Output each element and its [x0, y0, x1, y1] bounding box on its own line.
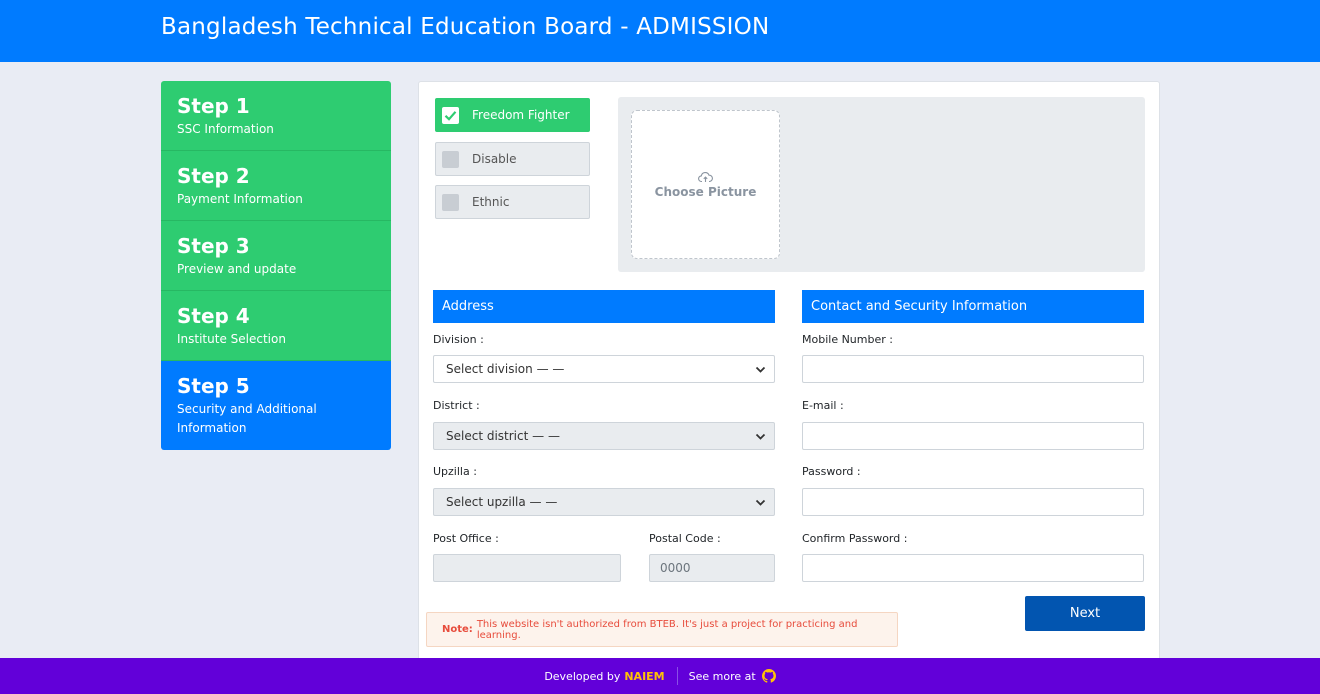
step-item-1[interactable]: Step 1 SSC Information: [161, 81, 391, 151]
form-card: Freedom Fighter Disable Ethnic Choose Pi…: [418, 81, 1160, 671]
upzilla-label: Upzilla :: [433, 465, 477, 478]
step-label: Security and Additional Information: [177, 402, 317, 435]
address-section-header: Address: [433, 290, 775, 323]
disclaimer-note: Note: This website isn't authorized from…: [426, 612, 898, 647]
district-selected-value: Select district — —: [446, 429, 560, 443]
step-number: Step 1: [177, 94, 250, 118]
github-icon[interactable]: [761, 669, 776, 683]
checkbox-empty-icon: [442, 150, 459, 168]
upzilla-select[interactable]: Select upzilla — —: [433, 488, 775, 516]
step-label: Payment Information: [177, 192, 303, 206]
footer-divider: [676, 667, 678, 685]
division-selected-value: Select division — —: [446, 362, 565, 376]
confirm-password-input[interactable]: [802, 554, 1144, 582]
post-office-label: Post Office :: [433, 532, 499, 545]
disable-label: Disable: [472, 152, 517, 166]
choose-picture-button[interactable]: Choose Picture: [631, 110, 780, 259]
ethnic-checkbox[interactable]: Ethnic: [435, 185, 590, 219]
chevron-down-icon: [755, 433, 766, 440]
chevron-down-icon: [755, 499, 766, 506]
photo-upload-area: Choose Picture: [618, 97, 1145, 272]
step-number: Step 4: [177, 304, 250, 328]
top-bar: Bangladesh Technical Education Board - A…: [0, 0, 1320, 62]
check-icon: [442, 106, 459, 124]
chevron-down-icon: [755, 366, 766, 373]
step-label: Preview and update: [177, 262, 297, 276]
district-label: District :: [433, 399, 480, 412]
see-more-text: See more at: [688, 669, 756, 683]
developed-by-text: Developed by: [544, 669, 621, 683]
cloud-upload-icon: [698, 171, 713, 182]
password-input[interactable]: [802, 488, 1144, 516]
step-item-4[interactable]: Step 4 Institute Selection: [161, 291, 391, 361]
footer: Developed by NAIEM See more at: [0, 658, 1320, 694]
division-label: Division :: [433, 333, 484, 346]
confirm-password-label: Confirm Password :: [802, 532, 908, 545]
step-number: Step 2: [177, 164, 250, 188]
district-select[interactable]: Select district — —: [433, 422, 775, 450]
email-input[interactable]: [802, 422, 1144, 450]
disable-checkbox[interactable]: Disable: [435, 142, 590, 176]
email-label: E-mail :: [802, 399, 844, 412]
step-label: Institute Selection: [177, 332, 286, 346]
step-label: SSC Information: [177, 122, 274, 136]
freedom-fighter-checkbox[interactable]: Freedom Fighter: [435, 98, 590, 132]
division-select[interactable]: Select division — —: [433, 355, 775, 383]
note-prefix: Note:: [442, 624, 473, 635]
step-sidebar: Step 1 SSC Information Step 2 Payment In…: [161, 81, 391, 450]
note-text: This website isn't authorized from BTEB.…: [476, 618, 858, 641]
mobile-input[interactable]: [802, 355, 1144, 383]
step-item-3[interactable]: Step 3 Preview and update: [161, 221, 391, 291]
choose-picture-label: Choose Picture: [654, 184, 757, 199]
mobile-label: Mobile Number :: [802, 333, 893, 346]
ethnic-label: Ethnic: [472, 195, 510, 209]
postal-code-input[interactable]: 0000: [649, 554, 775, 582]
post-office-input[interactable]: [433, 554, 621, 582]
page-title: Bangladesh Technical Education Board - A…: [161, 14, 770, 40]
upzilla-selected-value: Select upzilla — —: [446, 495, 558, 509]
step-number: Step 5: [177, 374, 250, 398]
checkbox-empty-icon: [442, 193, 459, 211]
step-item-2[interactable]: Step 2 Payment Information: [161, 151, 391, 221]
password-label: Password :: [802, 465, 861, 478]
contact-section-header: Contact and Security Information: [802, 290, 1144, 323]
next-button[interactable]: Next: [1025, 596, 1145, 631]
developer-link[interactable]: NAIEM: [624, 670, 664, 683]
freedom-fighter-label: Freedom Fighter: [472, 108, 570, 122]
step-number: Step 3: [177, 234, 250, 258]
postal-code-label: Postal Code :: [649, 532, 721, 545]
step-item-5[interactable]: Step 5 Security and Additional Informati…: [161, 361, 391, 450]
